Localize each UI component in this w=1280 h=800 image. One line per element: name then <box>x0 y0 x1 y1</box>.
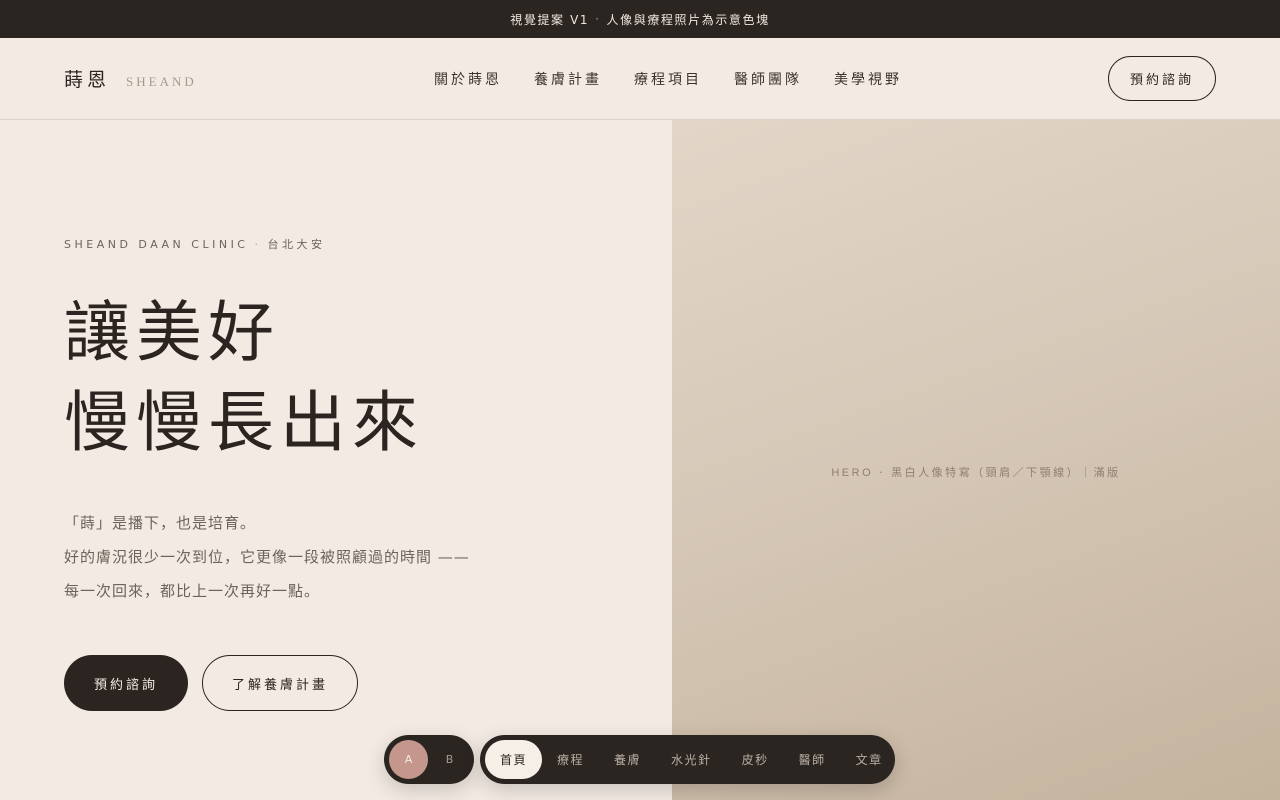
bottom-nav-doctors[interactable]: 醫師 <box>784 740 841 779</box>
brand-name-en: SHEAND <box>126 74 197 89</box>
bottom-nav-articles[interactable]: 文章 <box>841 740 898 779</box>
variant-a-button[interactable]: A <box>389 740 428 779</box>
hero-image-placeholder: HERO · 黑白人像特寫（頸肩／下顎線）｜滿版 <box>672 120 1280 800</box>
hero-headline: 讓美好 慢慢長出來 <box>64 288 424 468</box>
nav-item-skincare-plan[interactable]: 養膚計畫 <box>534 69 602 89</box>
announcement-separator: · <box>595 12 601 26</box>
announcement-text: 人像與療程照片為示意色塊 <box>606 12 770 27</box>
headline-line-2: 慢慢長出來 <box>64 384 424 461</box>
bottom-page-nav: 首頁 療程 養膚 水光針 皮秒 醫師 文章 <box>480 735 895 784</box>
caption-label: HERO <box>831 467 874 479</box>
announcement-bar: 視覺提案 V1 · 人像與療程照片為示意色塊 <box>0 0 1280 38</box>
caption-separator: · <box>879 466 886 479</box>
nav-item-doctors[interactable]: 醫師團隊 <box>734 69 802 89</box>
bottom-nav-home[interactable]: 首頁 <box>485 740 543 779</box>
caption-description: 黑白人像特寫（頸肩／下顎線）｜滿版 <box>891 466 1121 479</box>
variant-switch: A B <box>384 735 474 784</box>
bottom-nav-skincare[interactable]: 養膚 <box>599 740 656 779</box>
body-line-3: 每一次回來，都比上一次再好一點。 <box>64 582 321 600</box>
body-line-2: 好的膚況很少一次到位，它更像一段被照顧過的時間 —— <box>64 548 470 566</box>
headline-line-1: 讓美好 <box>64 294 280 371</box>
hero-eyebrow: SHEAND DAAN CLINIC · 台北大安 <box>64 236 326 252</box>
hero-image-caption: HERO · 黑白人像特寫（頸肩／下顎線）｜滿版 <box>672 464 1280 480</box>
hero-text-column: SHEAND DAAN CLINIC · 台北大安 讓美好 慢慢長出來 「蒔」是播下… <box>0 120 672 800</box>
bottom-nav-treatments[interactable]: 療程 <box>542 740 599 779</box>
nav-item-aesthetics[interactable]: 美學視野 <box>834 69 902 89</box>
main-nav: 關於蒔恩 養膚計畫 療程項目 醫師團隊 美學視野 <box>434 38 902 120</box>
variant-b-button[interactable]: B <box>430 740 469 779</box>
nav-item-treatments[interactable]: 療程項目 <box>634 69 702 89</box>
header-book-button[interactable]: 預約諮詢 <box>1108 56 1216 101</box>
bottom-nav-hydra-injection[interactable]: 水光針 <box>656 740 727 779</box>
eyebrow-clinic-name: SHEAND DAAN CLINIC <box>64 238 249 251</box>
site-header: 蒔恩 SHEAND 關於蒔恩 養膚計畫 療程項目 醫師團隊 美學視野 預約諮詢 <box>0 38 1280 120</box>
announcement-prefix: 視覺提案 V1 <box>510 12 590 27</box>
body-line-1: 「蒔」是播下，也是培育。 <box>64 514 257 532</box>
brand-logo[interactable]: 蒔恩 SHEAND <box>64 65 197 92</box>
hero-section: SHEAND DAAN CLINIC · 台北大安 讓美好 慢慢長出來 「蒔」是播下… <box>0 120 1280 800</box>
nav-item-about[interactable]: 關於蒔恩 <box>434 69 502 89</box>
brand-name-cn: 蒔恩 <box>64 69 111 91</box>
eyebrow-separator: · <box>254 238 262 251</box>
eyebrow-location: 台北大安 <box>267 238 326 251</box>
hero-book-button[interactable]: 預約諮詢 <box>64 655 188 711</box>
hero-body-copy: 「蒔」是播下，也是培育。 好的膚況很少一次到位，它更像一段被照顧過的時間 —— … <box>64 506 470 608</box>
hero-learn-plan-button[interactable]: 了解養膚計畫 <box>202 655 358 711</box>
bottom-nav-picosecond[interactable]: 皮秒 <box>727 740 784 779</box>
